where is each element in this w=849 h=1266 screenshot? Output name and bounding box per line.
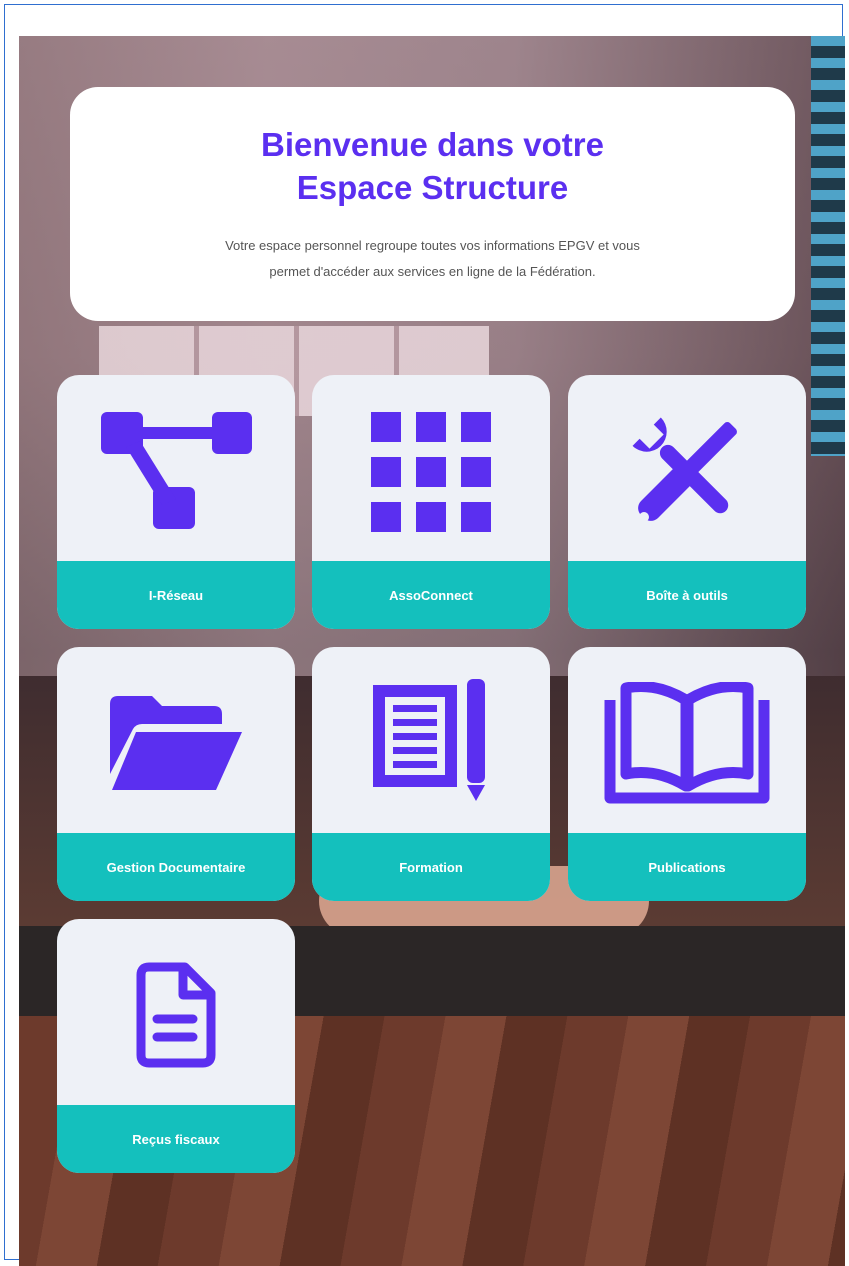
title-line-2: Espace Structure [296, 169, 569, 206]
tile-label: Formation [312, 833, 550, 901]
document-pencil-icon [312, 669, 550, 819]
tile-publications[interactable]: Publications [568, 647, 806, 901]
open-book-icon [568, 669, 806, 819]
tools-icon [568, 397, 806, 547]
tile-label: Reçus fiscaux [57, 1105, 295, 1173]
background-blinds [811, 36, 845, 456]
grid-icon [312, 397, 550, 547]
page-title: Bienvenue dans votre Espace Structure [70, 123, 795, 209]
description-line-2: permet d'accéder aux services en ligne d… [269, 264, 596, 279]
description-line-1: Votre espace personnel regroupe toutes v… [225, 238, 640, 253]
tile-assoconnect[interactable]: AssoConnect [312, 375, 550, 629]
tile-label: Publications [568, 833, 806, 901]
file-icon [57, 941, 295, 1091]
tile-boite-a-outils[interactable]: Boîte à outils [568, 375, 806, 629]
folder-icon [57, 669, 295, 819]
tile-label: Gestion Documentaire [57, 833, 295, 901]
network-icon [57, 397, 295, 547]
tile-label: Boîte à outils [568, 561, 806, 629]
tile-label: I-Réseau [57, 561, 295, 629]
tile-gestion-documentaire[interactable]: Gestion Documentaire [57, 647, 295, 901]
welcome-card: Bienvenue dans votre Espace Structure Vo… [70, 87, 795, 321]
title-line-1: Bienvenue dans votre [261, 126, 604, 163]
tile-i-reseau[interactable]: I-Réseau [57, 375, 295, 629]
welcome-description: Votre espace personnel regroupe toutes v… [130, 233, 735, 285]
tile-formation[interactable]: Formation [312, 647, 550, 901]
tile-label: AssoConnect [312, 561, 550, 629]
tile-recus-fiscaux[interactable]: Reçus fiscaux [57, 919, 295, 1173]
